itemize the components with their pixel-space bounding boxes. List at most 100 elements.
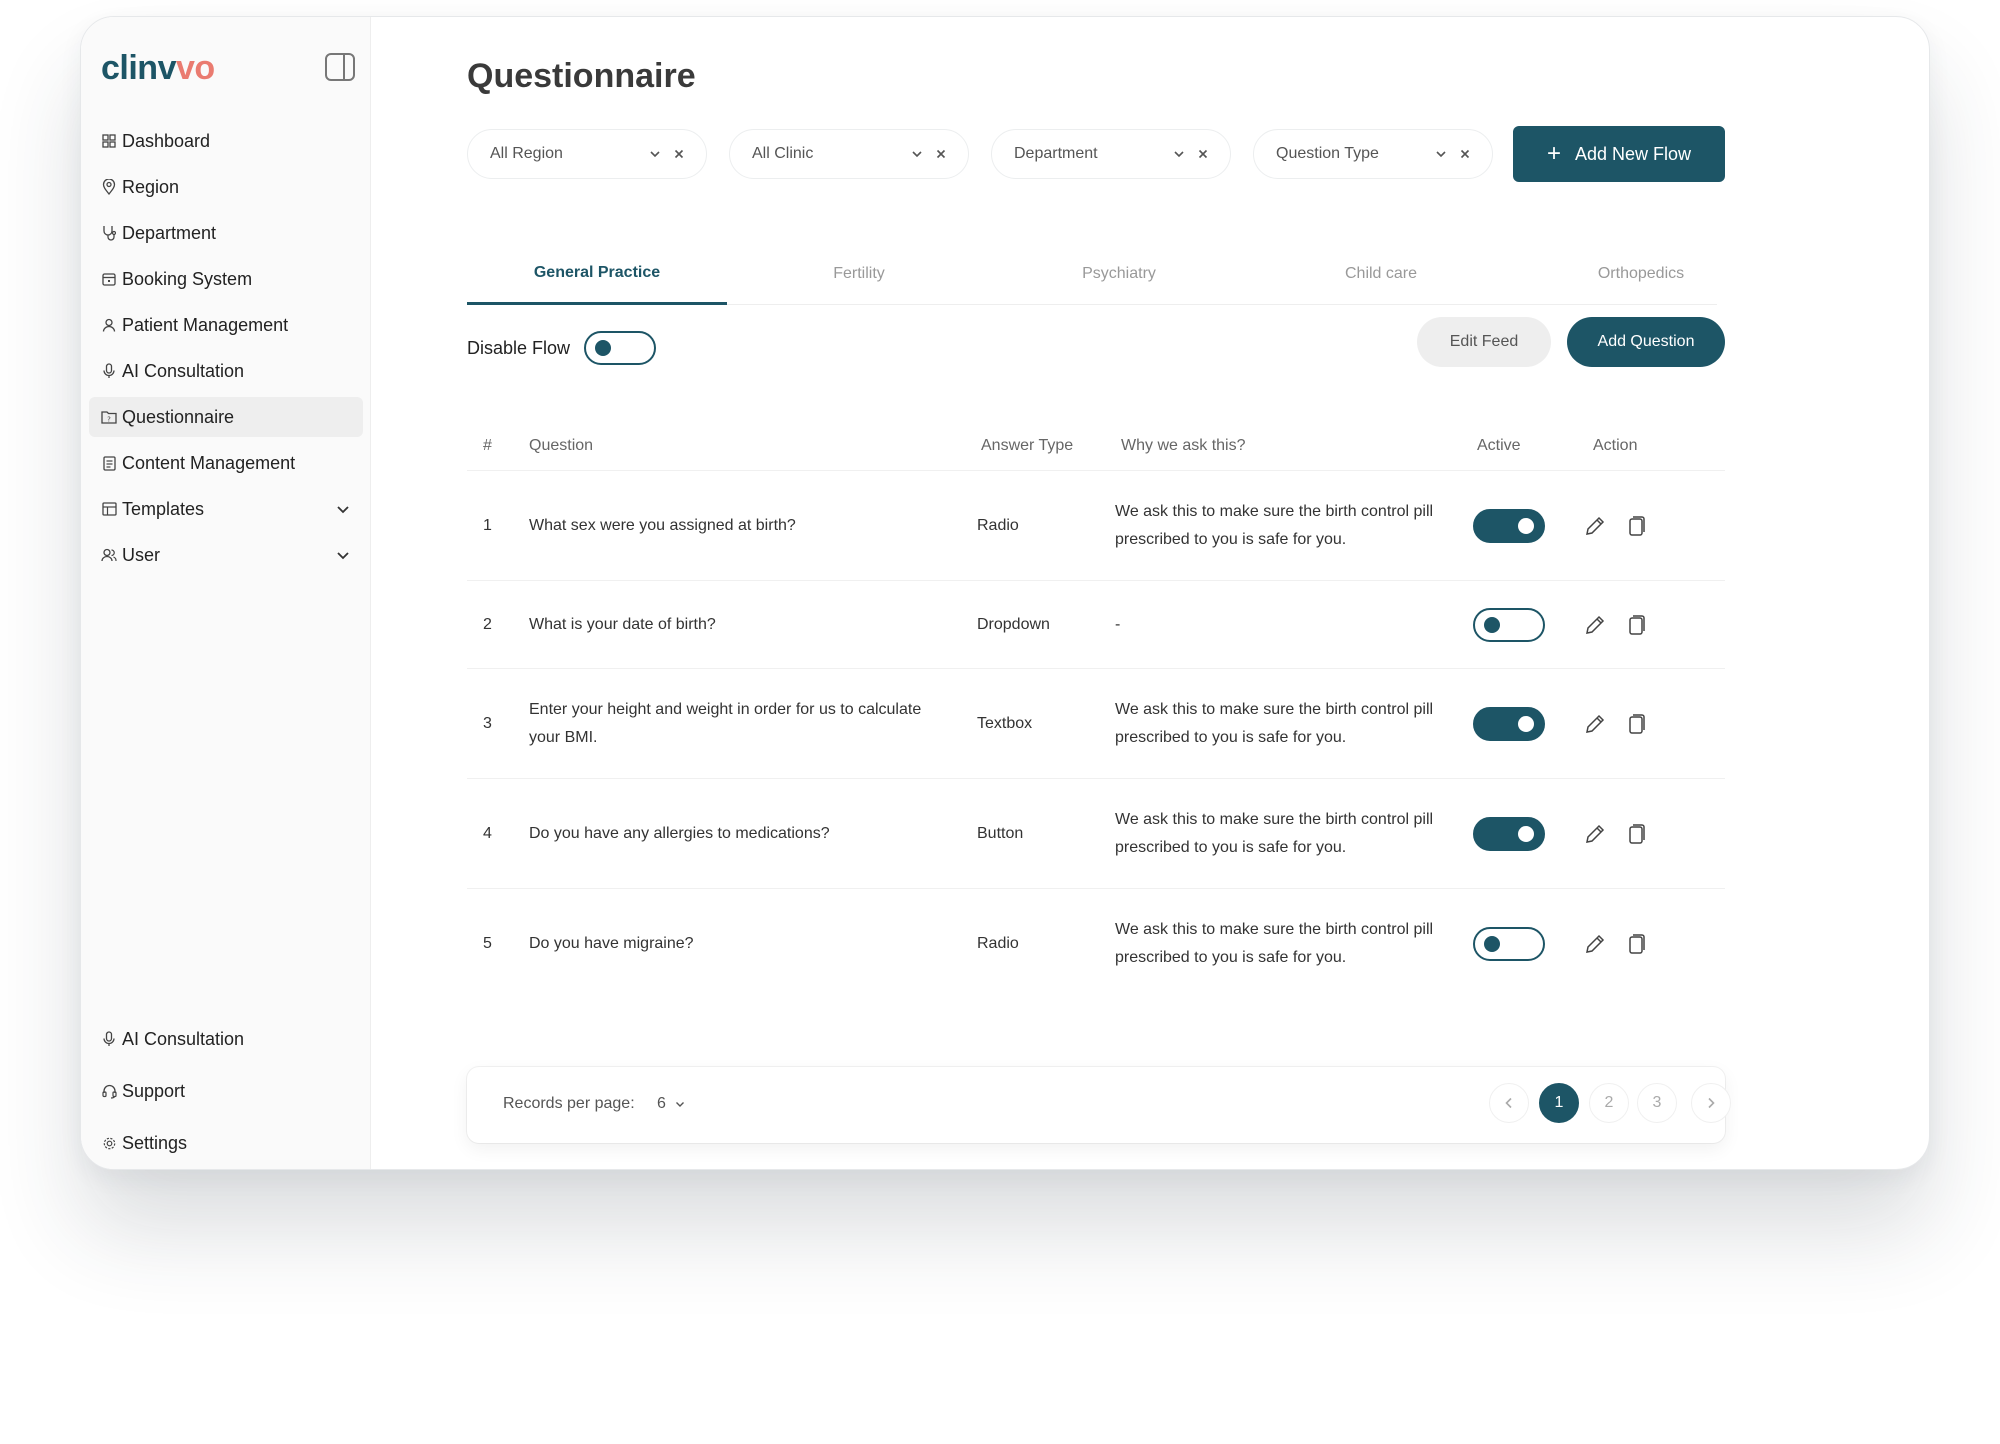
brand-logo[interactable]: clinvvo <box>101 49 215 88</box>
column-header-question: Question <box>529 437 594 454</box>
tab-general-practice[interactable]: General Practice <box>467 243 727 305</box>
clear-icon[interactable] <box>934 147 948 161</box>
filter-question-type-select[interactable]: Question Type <box>1253 129 1493 179</box>
row-actions <box>1583 514 1647 538</box>
filter-region-select[interactable]: All Region <box>467 129 707 179</box>
table-row: 3 Enter your height and weight in order … <box>467 669 1725 779</box>
main-content: Questionnaire All Region All Clinic Depa… <box>371 17 1929 1169</box>
sidebar-item-user[interactable]: User <box>89 535 363 575</box>
row-question: Do you have migraine? <box>529 935 694 952</box>
edit-pencil-icon[interactable] <box>1583 822 1607 846</box>
sidebar-item-label: Support <box>122 1080 186 1101</box>
row-answer-type: Button <box>977 824 1024 842</box>
chevron-down-icon[interactable] <box>335 547 351 563</box>
table-icon <box>101 501 117 517</box>
row-question: What is your date of birth? <box>529 615 716 633</box>
sidebar-item-patient-management[interactable]: Patient Management <box>89 305 363 345</box>
table-row: 2 What is your date of birth? Dropdown - <box>467 581 1725 669</box>
page-button-3[interactable]: 3 <box>1637 1083 1677 1123</box>
microphone-icon <box>101 363 117 379</box>
disable-flow-toggle[interactable] <box>584 331 657 365</box>
edit-feed-button[interactable]: Edit Feed <box>1417 317 1551 367</box>
sidebar-item-region[interactable]: Region <box>89 167 363 207</box>
table-header: # Question Answer Type Why we ask this? … <box>467 425 1725 471</box>
row-answer-type: Dropdown <box>977 615 1050 633</box>
row-active-toggle[interactable] <box>1473 607 1545 642</box>
sidebar-item-ai-consultation-bottom[interactable]: AI Consultation <box>89 1019 363 1059</box>
row-why: - <box>1115 615 1121 633</box>
copy-icon[interactable] <box>1625 613 1647 637</box>
row-active-toggle[interactable] <box>1473 816 1545 851</box>
plus-icon: + <box>1546 140 1561 167</box>
table-row: 1 What sex were you assigned at birth? R… <box>467 471 1725 581</box>
sidebar-item-questionnaire[interactable]: ? Questionnaire <box>89 397 363 437</box>
edit-pencil-icon[interactable] <box>1583 514 1607 538</box>
folder-question-icon: ? <box>101 409 117 425</box>
copy-icon[interactable] <box>1625 932 1647 956</box>
row-active-toggle[interactable] <box>1473 706 1545 741</box>
copy-icon[interactable] <box>1625 822 1647 846</box>
page-button-1[interactable]: 1 <box>1539 1083 1579 1123</box>
disable-flow-label: Disable Flow <box>467 337 571 358</box>
row-question: Do you have any allergies to medications… <box>529 824 830 842</box>
sidebar-bottom-nav: AI Consultation Support Settings <box>89 1019 363 1169</box>
row-question: What sex were you assigned at birth? <box>529 516 796 534</box>
calendar-icon <box>101 271 117 287</box>
tab-fertility[interactable]: Fertility <box>729 243 989 305</box>
row-number: 3 <box>483 714 492 732</box>
sidebar-item-content-management[interactable]: Content Management <box>89 443 363 483</box>
column-header-why: Why we ask this? <box>1121 437 1246 454</box>
row-number: 4 <box>483 824 492 842</box>
column-header-number: # <box>483 437 492 454</box>
copy-icon[interactable] <box>1625 712 1647 736</box>
edit-pencil-icon[interactable] <box>1583 613 1607 637</box>
chevron-down-icon[interactable] <box>335 501 351 517</box>
copy-icon[interactable] <box>1625 514 1647 538</box>
clear-icon[interactable] <box>672 147 686 161</box>
microphone-icon <box>101 1031 117 1047</box>
sidebar-item-ai-consultation[interactable]: AI Consultation <box>89 351 363 391</box>
questions-table: # Question Answer Type Why we ask this? … <box>467 425 1725 999</box>
headset-icon <box>101 1083 117 1099</box>
row-question: Enter your height and weight in order fo… <box>529 700 922 746</box>
add-question-button[interactable]: Add Question <box>1567 317 1725 367</box>
filter-clinic-select[interactable]: All Clinic <box>729 129 969 179</box>
sidebar-item-label: Content Management <box>122 452 296 473</box>
table-row: 4 Do you have any allergies to medicatio… <box>467 779 1725 889</box>
tab-psychiatry[interactable]: Psychiatry <box>989 243 1249 305</box>
row-active-toggle[interactable] <box>1473 508 1545 543</box>
edit-pencil-icon[interactable] <box>1583 932 1607 956</box>
next-page-button[interactable] <box>1691 1083 1731 1123</box>
sidebar-item-booking-system[interactable]: Booking System <box>89 259 363 299</box>
clear-icon[interactable] <box>1196 147 1210 161</box>
app-window: clinvvo Dashboard Region Department Book… <box>80 16 1930 1170</box>
prev-page-button[interactable] <box>1489 1083 1529 1123</box>
clear-icon[interactable] <box>1458 147 1472 161</box>
chevron-down-icon <box>1436 151 1446 158</box>
sidebar-item-templates[interactable]: Templates <box>89 489 363 529</box>
tab-orthopedics[interactable]: Orthopedics <box>1511 243 1771 305</box>
sidebar-item-department[interactable]: Department <box>89 213 363 253</box>
sidebar-item-support[interactable]: Support <box>89 1071 363 1111</box>
row-why: We ask this to make sure the birth contr… <box>1115 921 1434 966</box>
sidebar-item-label: Patient Management <box>122 314 289 335</box>
column-header-answer-type: Answer Type <box>981 437 1074 454</box>
add-new-flow-button[interactable]: + Add New Flow <box>1513 126 1725 182</box>
svg-text:?: ? <box>107 416 111 424</box>
row-why: We ask this to make sure the birth contr… <box>1115 502 1434 548</box>
row-actions <box>1583 822 1647 846</box>
filter-label: Question Type <box>1276 145 1379 162</box>
chevron-down-icon <box>1174 151 1184 158</box>
filter-department-select[interactable]: Department <box>991 129 1231 179</box>
table-row: 5 Do you have migraine? Radio We ask thi… <box>467 889 1725 999</box>
sidebar-collapse-button[interactable] <box>325 53 355 81</box>
edit-pencil-icon[interactable] <box>1583 712 1607 736</box>
sidebar-item-dashboard[interactable]: Dashboard <box>89 121 363 161</box>
sidebar-item-settings[interactable]: Settings <box>89 1123 363 1163</box>
page-button-2[interactable]: 2 <box>1589 1083 1629 1123</box>
row-active-toggle[interactable] <box>1473 927 1545 961</box>
tab-child-care[interactable]: Child care <box>1251 243 1511 305</box>
records-per-page-select[interactable]: 6 <box>657 1095 686 1113</box>
stethoscope-icon <box>101 225 117 241</box>
map-pin-icon <box>101 179 117 195</box>
